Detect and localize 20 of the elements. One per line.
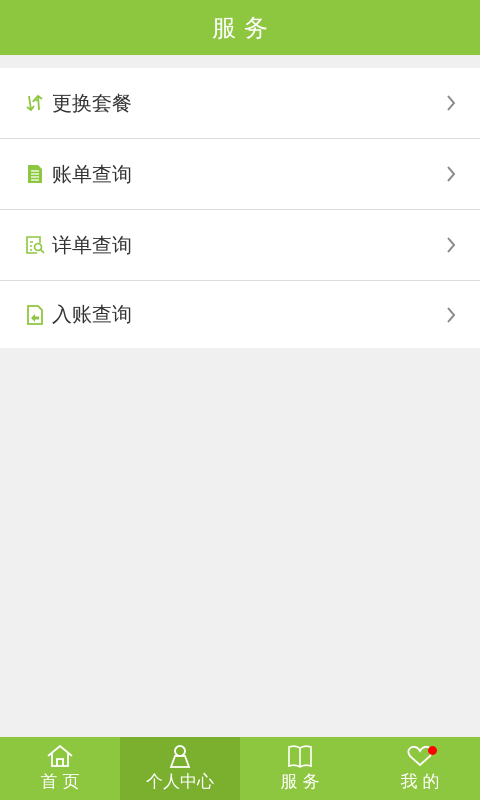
heart-icon <box>406 744 434 768</box>
document-arrow-icon <box>25 304 45 324</box>
chevron-right-icon <box>446 306 456 324</box>
chevron-right-icon <box>446 94 456 112</box>
menu-item-label: 账单查询 <box>52 160 133 188</box>
menu-item[interactable]: 详单查询 <box>0 210 480 281</box>
document-icon <box>25 164 45 184</box>
swap-arrows-icon <box>25 93 45 113</box>
book-icon <box>286 744 314 768</box>
document-search-icon <box>25 235 45 255</box>
home-icon <box>46 744 74 768</box>
menu-item[interactable]: 入账查询 <box>0 281 480 348</box>
menu-item-label: 入账查询 <box>52 301 133 328</box>
menu-item[interactable]: 更换套餐 <box>0 68 480 139</box>
menu-item-label: 详单查询 <box>52 232 133 258</box>
page-title: 服 务 <box>212 12 268 44</box>
menu-item-label: 更换套餐 <box>52 90 133 116</box>
menu-item[interactable]: 账单查询 <box>0 139 480 210</box>
chevron-right-icon <box>446 236 456 254</box>
chevron-right-icon <box>446 165 456 183</box>
